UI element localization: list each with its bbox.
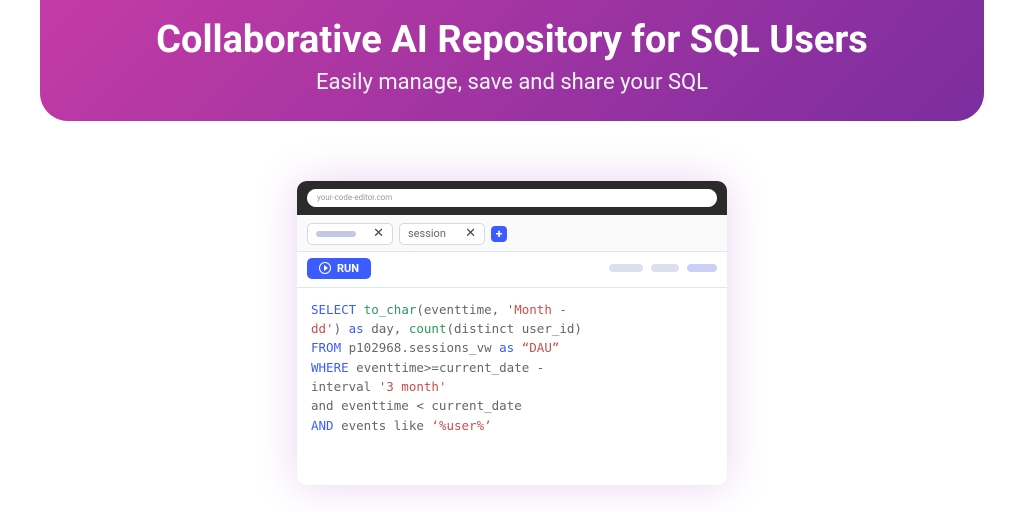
toolbar-right [609,264,717,272]
sql-editor[interactable]: SELECT to_char(eventtime, 'Month - dd') … [297,288,727,486]
tab-1-placeholder [316,231,356,237]
kw-from: FROM [311,340,341,355]
tab-2-label: session [408,227,457,240]
close-icon[interactable]: ✕ [373,227,384,240]
hero-banner: Collaborative AI Repository for SQL User… [40,0,984,121]
str-3month: '3 month' [379,379,447,394]
toolbar-placeholder [651,264,679,272]
fn-count: count [409,321,447,336]
from-body: p102968.sessions_vw [341,340,499,355]
url-bar[interactable]: your-code-editor.com [307,189,717,207]
tochar-close: ) [334,321,349,336]
run-label: RUN [337,262,359,275]
str-dau: “DAU” [514,340,559,355]
tab-2[interactable]: session ✕ [399,223,485,245]
tab-row: ✕ session ✕ + [297,215,727,252]
titlebar: your-code-editor.com [297,181,727,215]
play-icon [319,262,331,274]
toolbar: RUN [297,252,727,288]
kw-select: SELECT [311,302,356,317]
like-body: events like [334,418,432,433]
toolbar-placeholder [687,264,717,272]
fn-tochar: to_char [364,302,417,317]
hero-subtitle: Easily manage, save and share your SQL [80,70,944,95]
str-user: ‘%user%’ [431,418,491,433]
url-text: your-code-editor.com [317,193,392,202]
tab-1[interactable]: ✕ [307,223,393,245]
kw-as: as [349,321,364,336]
day: day, [364,321,409,336]
count-args: (distinct user_id) [447,321,582,336]
close-icon[interactable]: ✕ [465,227,476,240]
app-window: your-code-editor.com ✕ session ✕ + RUN [297,181,727,486]
kw-as2: as [499,340,514,355]
and1: and [311,398,334,413]
add-tab-button[interactable]: + [491,226,507,242]
stage: your-code-editor.com ✕ session ✕ + RUN [0,181,1024,486]
hero-title: Collaborative AI Repository for SQL User… [80,18,944,64]
run-button[interactable]: RUN [307,258,371,279]
lt-body: eventtime < current_date [334,398,522,413]
tochar-open: (eventtime, [416,302,506,317]
kw-and: AND [311,418,334,433]
kw-where: WHERE [311,360,349,375]
toolbar-placeholder [609,264,643,272]
